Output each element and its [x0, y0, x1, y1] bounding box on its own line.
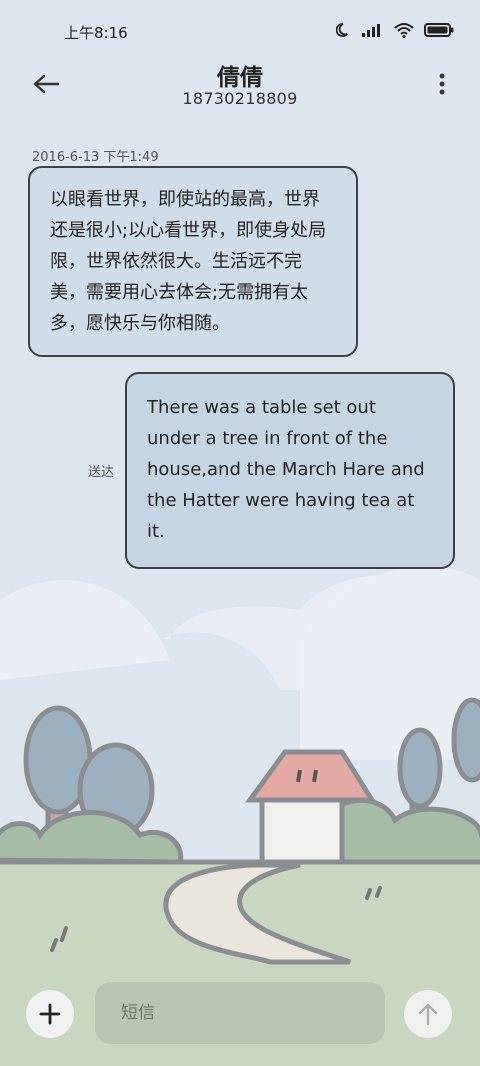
more-vertical-icon [439, 73, 445, 95]
status-time: 上午8:16 [64, 24, 128, 42]
more-options-button[interactable] [434, 68, 450, 100]
contact-name: 倩倩 [217, 65, 263, 91]
battery-icon [424, 23, 454, 37]
contact-number: 18730218809 [182, 89, 298, 108]
message-timestamp: 2016-6-13 下午1:49 [32, 150, 159, 165]
sms-input[interactable] [95, 982, 385, 1044]
composer-bar [0, 982, 480, 1046]
arrow-up-icon [418, 1003, 438, 1026]
wifi-icon [394, 23, 414, 38]
add-attachment-button[interactable] [26, 990, 74, 1038]
moon-icon [336, 23, 348, 37]
conversation-header: 倩倩 18730218809 [0, 52, 480, 116]
outgoing-message-text: There was a table set out under a tree i… [147, 397, 425, 542]
incoming-message-text: 以眼看世界，即使站的最高，世界还是很小;以心看世界，即使身处局限，世界依然很大。… [50, 189, 327, 334]
outgoing-message-bubble[interactable]: There was a table set out under a tree i… [125, 372, 455, 569]
send-button[interactable] [404, 990, 452, 1038]
sms-input-field[interactable] [95, 982, 385, 1044]
plus-icon [39, 1003, 61, 1025]
status-icons [336, 22, 454, 38]
delivery-status: 送达 [88, 465, 115, 480]
signal-icon [362, 24, 380, 37]
incoming-message-bubble[interactable]: 以眼看世界，即使站的最高，世界还是很小;以心看世界，即使身处局限，世界依然很大。… [28, 166, 358, 357]
